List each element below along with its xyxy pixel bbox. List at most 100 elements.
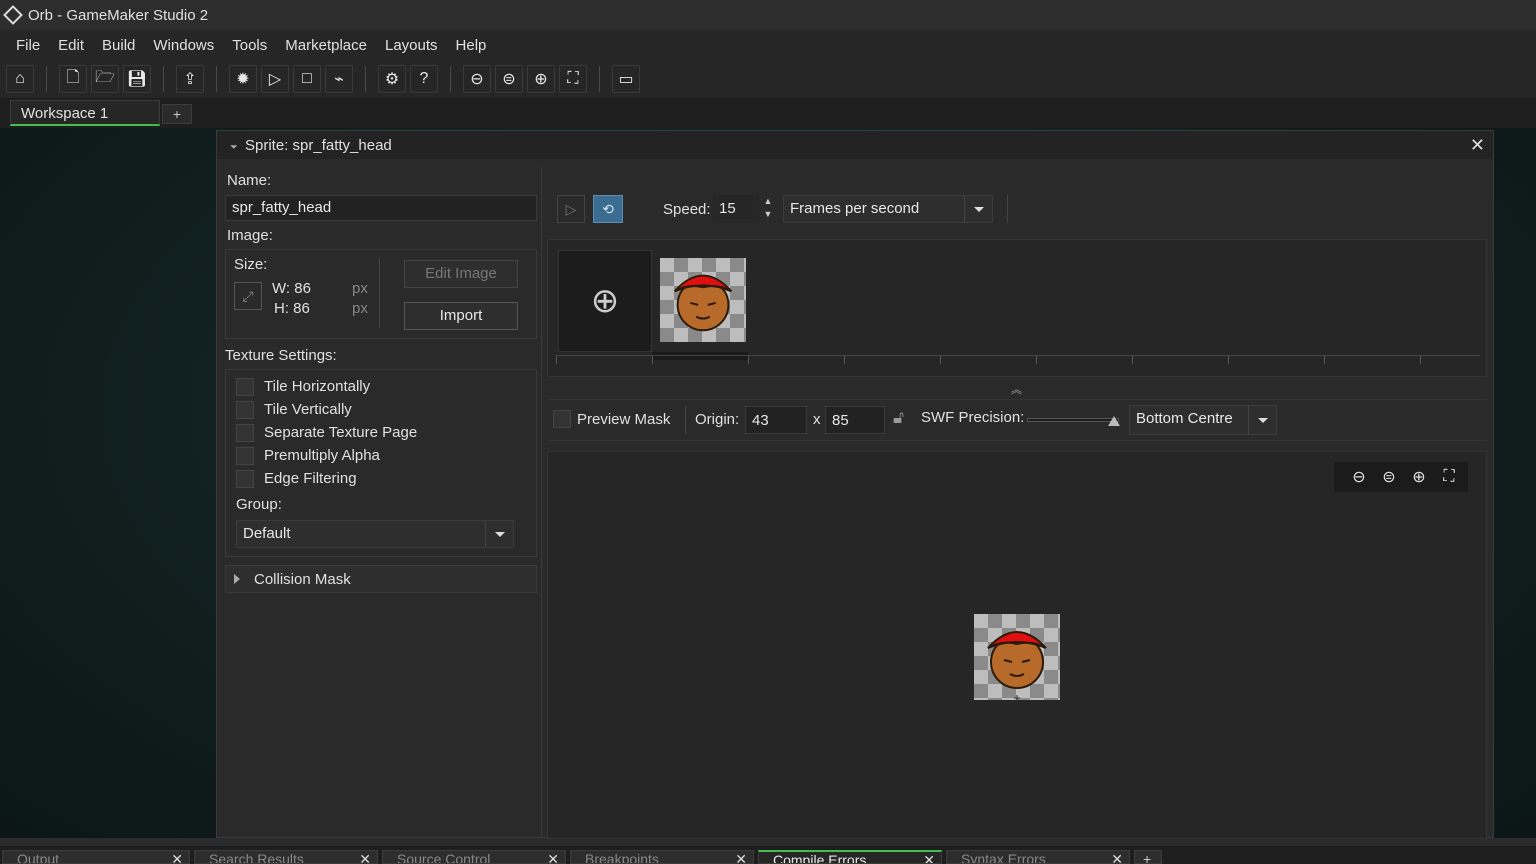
zoom-out-icon[interactable]: ⊖ xyxy=(1346,464,1372,490)
separate-texture-page-checkbox[interactable] xyxy=(236,424,254,442)
swf-precision-slider[interactable] xyxy=(1027,418,1119,422)
group-label: Group: xyxy=(236,496,282,513)
group-dropdown[interactable]: Default xyxy=(236,520,514,548)
sprite-properties-panel: Name: spr_fatty_head Image: Size: ⤢ W: 8… xyxy=(217,161,541,839)
slider-handle-icon[interactable] xyxy=(1108,416,1120,426)
swf-precision-label: SWF Precision: xyxy=(921,409,1025,426)
close-icon[interactable]: ✕ xyxy=(1470,135,1485,156)
fatty-head-sprite-icon xyxy=(673,274,733,332)
new-icon[interactable]: 🗋 xyxy=(59,65,87,93)
zoom-in-icon[interactable]: ⊕ xyxy=(527,65,555,93)
ruler-tick xyxy=(1132,356,1133,364)
play-icon[interactable]: ▷ xyxy=(557,195,585,223)
menu-tools[interactable]: Tools xyxy=(223,37,276,54)
tile-vertically-label: Tile Vertically xyxy=(264,401,352,418)
timeline-ruler xyxy=(556,355,1480,367)
tab-label: Source Control xyxy=(397,851,491,864)
speed-unit-dropdown[interactable]: Frames per second xyxy=(783,195,993,223)
stop-icon[interactable]: □ xyxy=(293,65,321,93)
monitor-icon[interactable]: ▭ xyxy=(612,65,640,93)
resize-icon[interactable]: ⤢ xyxy=(234,282,262,310)
settings-icon[interactable]: ⚙ xyxy=(378,65,406,93)
debug-icon[interactable]: ✹ xyxy=(229,65,257,93)
menu-file[interactable]: File xyxy=(0,37,49,54)
loop-icon[interactable]: ⟲ xyxy=(593,195,623,223)
tab-search-results[interactable]: Search Results ✕ xyxy=(194,850,378,864)
home-icon[interactable]: ⌂ xyxy=(6,65,34,93)
separate-texture-page-label: Separate Texture Page xyxy=(264,424,418,441)
ruler-tick xyxy=(1324,356,1325,364)
close-icon[interactable]: ✕ xyxy=(1111,851,1123,863)
origin-x-input[interactable]: 43 xyxy=(745,406,807,434)
add-frame-button[interactable]: ⊕ xyxy=(558,250,652,352)
import-button[interactable]: Import xyxy=(404,302,518,330)
run-icon[interactable]: ▷ xyxy=(261,65,289,93)
premultiply-alpha-checkbox[interactable] xyxy=(236,447,254,465)
add-tab-button[interactable]: + xyxy=(1134,850,1162,864)
menu-edit[interactable]: Edit xyxy=(49,37,93,54)
menu-bar: File Edit Build Windows Tools Marketplac… xyxy=(0,30,1536,60)
menu-marketplace[interactable]: Marketplace xyxy=(276,37,376,54)
collapse-up-icon[interactable]: ︽ xyxy=(1011,381,1022,397)
origin-preset-dropdown[interactable]: Bottom Centre xyxy=(1129,405,1277,435)
edit-image-button[interactable]: Edit Image xyxy=(404,260,518,288)
close-icon[interactable]: ✕ xyxy=(171,851,183,863)
zoom-in-icon[interactable]: ⊕ xyxy=(1406,464,1432,490)
speed-input[interactable]: 15 xyxy=(713,195,759,223)
sprite-editor-window: Sprite: spr_fatty_head ✕ Name: spr_fatty… xyxy=(216,130,1494,839)
tab-output[interactable]: Output ✕ xyxy=(2,850,190,864)
add-workspace-button[interactable]: + xyxy=(162,104,192,124)
help-icon[interactable]: ? xyxy=(410,65,438,93)
preview-mask-checkbox[interactable] xyxy=(553,410,571,428)
close-icon[interactable]: ✕ xyxy=(547,851,559,863)
output-tab-strip: Output ✕ Search Results ✕ Source Control ✕ … xyxy=(0,846,1536,864)
collision-mask-section[interactable]: Collision Mask xyxy=(225,565,537,593)
tile-vertically-checkbox[interactable] xyxy=(236,401,254,419)
tab-breakpoints[interactable]: Breakpoints ✕ xyxy=(570,850,754,864)
origin-y-input[interactable]: 85 xyxy=(825,406,885,434)
menu-help[interactable]: Help xyxy=(447,37,496,54)
sprite-preview-canvas[interactable]: ⊖ ⊜ ⊕ ⛶ xyxy=(547,451,1487,839)
zoom-reset-icon[interactable]: ⊜ xyxy=(495,65,523,93)
sprite-width: W: 86 xyxy=(272,280,311,297)
speed-stepper-icon[interactable]: ▲ ▼ xyxy=(761,195,775,223)
frame-strip: ⊕ xyxy=(547,239,1487,377)
toolbar-separator xyxy=(450,66,451,92)
texture-settings-label: Texture Settings: xyxy=(225,347,337,364)
toolbar-separator xyxy=(599,66,600,92)
ruler-tick xyxy=(1228,356,1229,364)
speed-unit-value: Frames per second xyxy=(790,200,920,217)
tab-source-control[interactable]: Source Control ✕ xyxy=(382,850,566,864)
menu-windows[interactable]: Windows xyxy=(144,37,223,54)
close-icon[interactable]: ✕ xyxy=(735,851,747,863)
edge-filtering-checkbox[interactable] xyxy=(236,470,254,488)
preview-mask-label: Preview Mask xyxy=(577,411,671,428)
close-icon[interactable]: ✕ xyxy=(359,851,371,863)
clean-icon[interactable]: ⌁ xyxy=(325,65,353,93)
frame-thumbnail[interactable] xyxy=(660,258,746,342)
collapse-triangle-icon[interactable] xyxy=(226,138,238,149)
export-icon[interactable]: ⇪ xyxy=(176,65,204,93)
sprite-height: H: 86 xyxy=(274,300,310,317)
group-dropdown-value: Default xyxy=(243,525,291,542)
ruler-tick xyxy=(556,356,557,364)
zoom-reset-icon[interactable]: ⊜ xyxy=(1376,464,1402,490)
tile-horizontally-label: Tile Horizontally xyxy=(264,378,371,395)
close-icon[interactable]: ✕ xyxy=(923,852,935,863)
ruler-tick xyxy=(940,356,941,364)
menu-build[interactable]: Build xyxy=(93,37,144,54)
save-icon[interactable]: 💾︎ xyxy=(123,65,151,93)
sprite-name-input[interactable]: spr_fatty_head xyxy=(225,195,537,221)
open-icon[interactable]: 🗁 xyxy=(91,65,119,93)
sprite-editor-header[interactable]: Sprite: spr_fatty_head ✕ xyxy=(217,131,1493,159)
px-unit: px xyxy=(352,300,368,317)
fit-icon[interactable]: ⛶ xyxy=(559,65,587,93)
tab-workspace-1[interactable]: Workspace 1 xyxy=(10,100,160,126)
fullscreen-icon[interactable]: ⛶ xyxy=(1436,464,1462,490)
tab-syntax-errors[interactable]: Syntax Errors ✕ xyxy=(946,850,1130,864)
lock-icon[interactable]: 🔓︎ xyxy=(893,408,904,428)
tab-compile-errors[interactable]: Compile Errors ✕ xyxy=(758,850,942,864)
menu-layouts[interactable]: Layouts xyxy=(376,37,447,54)
tile-horizontally-checkbox[interactable] xyxy=(236,378,254,396)
zoom-out-icon[interactable]: ⊖ xyxy=(463,65,491,93)
